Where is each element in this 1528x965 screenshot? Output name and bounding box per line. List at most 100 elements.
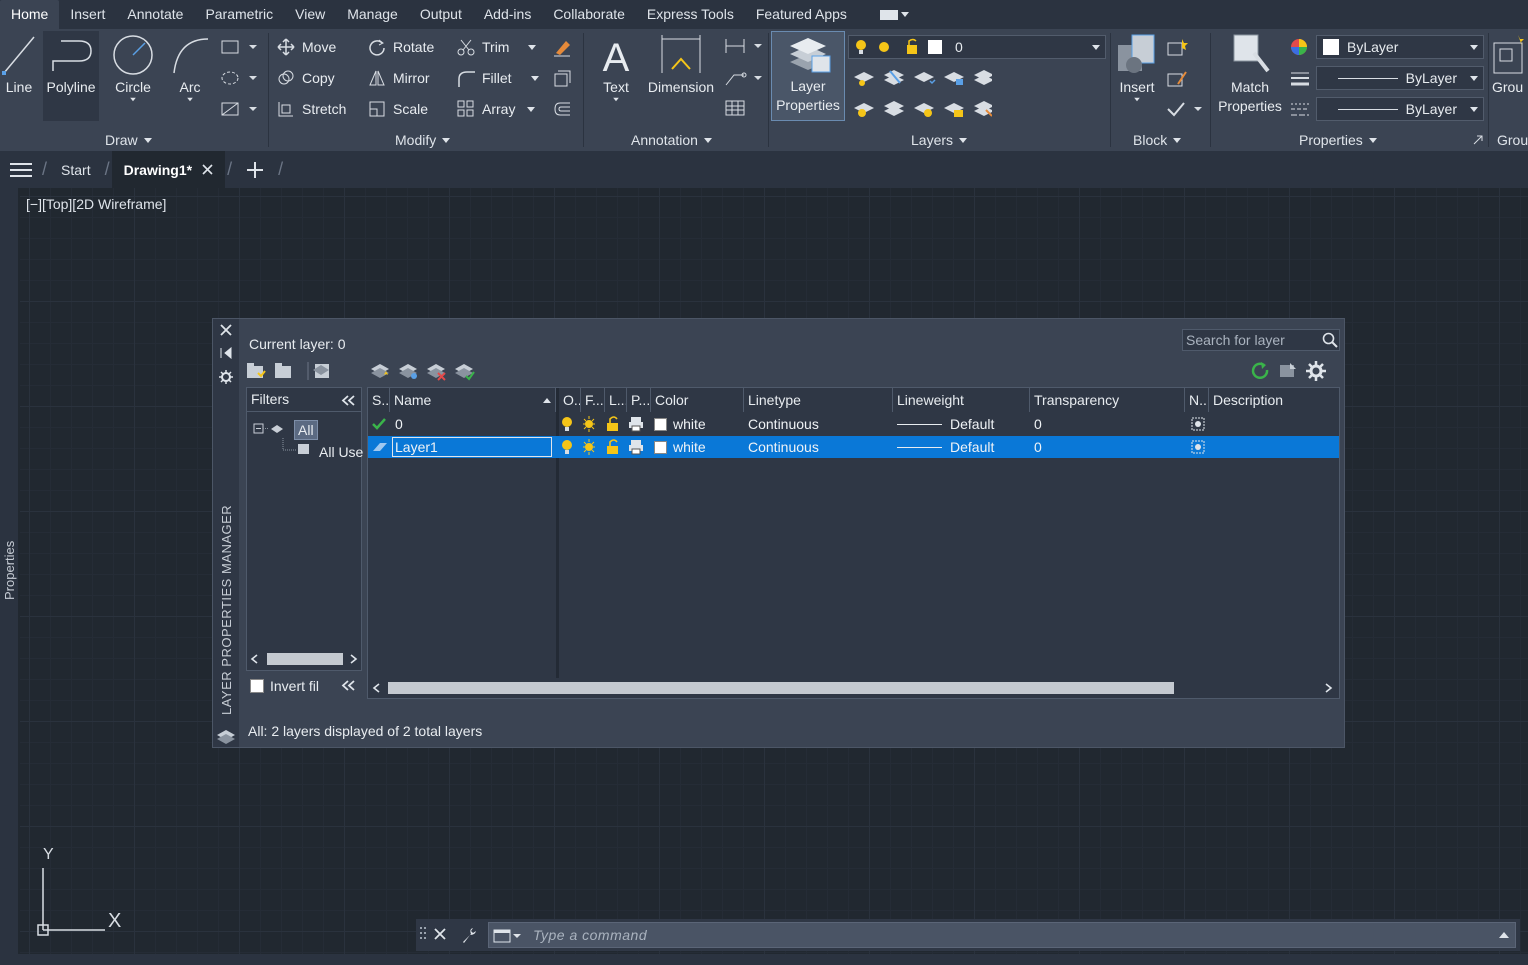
scroll-left-icon[interactable] [250, 654, 258, 664]
workspace-switch[interactable] [879, 9, 909, 20]
gradient-icon[interactable] [220, 101, 262, 117]
leader-icon[interactable] [724, 69, 764, 87]
stretch-tool[interactable]: Stretch [277, 97, 346, 121]
layer-list-hscrollbar[interactable] [368, 678, 1339, 698]
array-tool[interactable]: Array [457, 97, 536, 121]
palette-title-strip[interactable]: LAYER PROPERTIES MANAGER [213, 319, 239, 747]
close-icon[interactable] [434, 928, 446, 940]
scale-tool[interactable]: Scale [368, 97, 428, 121]
layer-name-edit[interactable]: Layer1 [392, 437, 552, 457]
search-icon[interactable] [1322, 332, 1338, 348]
close-icon[interactable] [220, 324, 232, 336]
right-toolbar[interactable] [1250, 361, 1342, 381]
insert-tool[interactable]: Insert [1114, 33, 1160, 102]
command-input[interactable]: Type a command [488, 922, 1516, 948]
col-lock[interactable]: L... [605, 388, 627, 412]
viewport-controls[interactable]: [−][Top][2D Wireframe] [26, 196, 166, 212]
col-freeze[interactable]: F... [581, 388, 605, 412]
menu-collaborate[interactable]: Collaborate [542, 0, 636, 29]
col-name[interactable]: Name [390, 388, 556, 412]
menu-output[interactable]: Output [409, 0, 473, 29]
properties-side-strip[interactable]: Properties [0, 188, 18, 954]
search-layer-input[interactable]: Search for layer [1182, 329, 1340, 351]
col-color[interactable]: Color [651, 388, 744, 412]
layer-state-icons[interactable] [561, 416, 651, 438]
col-plot[interactable]: P... [627, 388, 651, 412]
layer-linetype[interactable]: Continuous [748, 413, 819, 435]
col-description[interactable]: Description [1209, 388, 1339, 412]
rotate-tool[interactable]: Rotate [368, 35, 434, 59]
menu-view[interactable]: View [284, 0, 336, 29]
collapse-panel-icon[interactable] [341, 395, 355, 406]
draw-panel-title[interactable]: Draw [105, 130, 152, 150]
linetype-icon[interactable] [1289, 99, 1311, 119]
arc-tool[interactable]: Arc [168, 33, 212, 102]
layer-state-icons[interactable] [561, 439, 651, 461]
color-wheel-icon[interactable] [1289, 37, 1311, 57]
layer-linetype[interactable]: Continuous [748, 436, 819, 458]
copy-tool[interactable]: Copy [277, 66, 335, 90]
panel-launcher-icon[interactable] [1473, 135, 1483, 145]
new-vp-freeze-icon[interactable] [1190, 439, 1206, 461]
group-tool[interactable]: Grou [1492, 33, 1528, 97]
recent-commands-icon[interactable] [493, 929, 521, 943]
filter-all[interactable]: All [294, 420, 318, 440]
erase-icon[interactable] [552, 37, 572, 57]
layer-lineweight[interactable]: Default [897, 436, 994, 458]
filter-all-used[interactable]: All Use [319, 444, 363, 460]
filter-hscrollbar[interactable] [247, 649, 361, 669]
polyline-tool[interactable]: Polyline [43, 31, 99, 121]
groups-panel-title[interactable]: Grou [1497, 130, 1528, 150]
layer-toolbar[interactable] [370, 361, 476, 381]
menu-annotate[interactable]: Annotate [116, 0, 194, 29]
menu-manage[interactable]: Manage [336, 0, 409, 29]
layer-lineweight[interactable]: Default [897, 413, 994, 435]
menu-home[interactable]: Home [0, 0, 60, 29]
block-panel-title[interactable]: Block [1133, 130, 1182, 150]
hatch-icon[interactable] [220, 70, 262, 86]
tab-drawing1[interactable]: Drawing1* [111, 151, 226, 188]
dimension-tool[interactable]: Dimension [644, 33, 718, 97]
scroll-right-icon[interactable] [1325, 683, 1333, 693]
line-tool[interactable]: Line [2, 33, 36, 97]
move-tool[interactable]: Move [277, 35, 336, 59]
collapse-panel-icon[interactable] [341, 680, 355, 691]
app-menu-button[interactable] [0, 151, 40, 188]
drag-handle-icon[interactable] [420, 927, 426, 943]
modify-panel-title[interactable]: Modify [395, 130, 451, 150]
auto-hide-icon[interactable] [220, 347, 232, 359]
trim-tool[interactable]: Trim [457, 35, 537, 59]
col-transparency[interactable]: Transparency [1030, 388, 1185, 412]
col-status[interactable]: S.. [368, 388, 390, 412]
menu-express-tools[interactable]: Express Tools [636, 0, 745, 29]
offset-icon[interactable] [552, 99, 572, 119]
layer-tools-row-2[interactable] [852, 98, 992, 118]
new-tab-button[interactable] [234, 151, 276, 188]
filter-toolbar[interactable] [246, 361, 332, 381]
fillet-tool[interactable]: Fillet [457, 66, 539, 90]
menu-add-ins[interactable]: Add-ins [473, 0, 542, 29]
layer-list-scroll-thumb[interactable] [388, 682, 1174, 694]
new-vp-freeze-icon[interactable] [1190, 416, 1206, 438]
lineweight-dropdown[interactable]: ByLayer [1316, 97, 1484, 121]
col-linetype[interactable]: Linetype [744, 388, 893, 412]
scroll-right-icon[interactable] [350, 654, 358, 664]
tree-expand-icon[interactable] [253, 422, 283, 436]
linetype-dropdown[interactable]: ByLayer [1316, 66, 1484, 90]
color-dropdown[interactable]: ByLayer [1316, 35, 1484, 59]
invert-filter-checkbox[interactable]: Invert fil [250, 678, 319, 694]
tab-start[interactable]: Start [49, 151, 103, 188]
col-new-vp-freeze[interactable]: N.. [1185, 388, 1209, 412]
col-lineweight[interactable]: Lineweight [893, 388, 1030, 412]
text-tool[interactable]: A Text [596, 33, 636, 102]
menu-insert[interactable]: Insert [59, 0, 116, 29]
menu-parametric[interactable]: Parametric [194, 0, 284, 29]
wrench-icon[interactable] [460, 926, 478, 944]
properties-panel-title[interactable]: Properties [1299, 130, 1377, 150]
create-block-icon[interactable] [1166, 37, 1188, 57]
col-on[interactable]: O.. [559, 388, 581, 412]
close-tab-icon[interactable] [202, 164, 213, 175]
match-properties-tool[interactable]: Match Properties [1214, 33, 1286, 115]
explode-icon[interactable] [552, 68, 572, 88]
layers-panel-title[interactable]: Layers [911, 130, 968, 150]
